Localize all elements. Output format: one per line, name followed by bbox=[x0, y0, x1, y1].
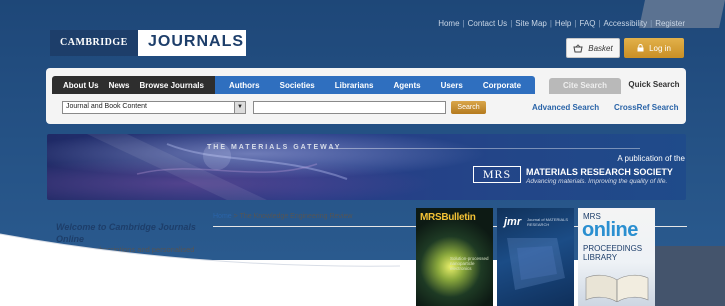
jmr-cover[interactable]: jmr Journal of MATERIALS RESEARCH bbox=[497, 208, 574, 306]
nav-users[interactable]: Users bbox=[431, 81, 473, 90]
crossref-search-link[interactable]: CrossRef Search bbox=[614, 103, 678, 112]
nav-agents[interactable]: Agents bbox=[383, 81, 430, 90]
advanced-search-link[interactable]: Advanced Search bbox=[532, 103, 599, 112]
logo-cambridge-text: CAMBRIDGE bbox=[50, 30, 138, 56]
content-type-select[interactable]: Journal and Book Content ▼ bbox=[62, 101, 246, 114]
content-type-select-value: Journal and Book Content bbox=[66, 103, 147, 110]
mrs-online-line2: online bbox=[582, 219, 638, 241]
basket-button[interactable]: Basket bbox=[566, 38, 620, 58]
breadcrumb-home[interactable]: Home bbox=[213, 213, 232, 220]
lock-icon bbox=[637, 44, 644, 52]
nav-librarians[interactable]: Librarians bbox=[325, 81, 384, 90]
nav-news[interactable]: News bbox=[104, 81, 135, 90]
search-input[interactable] bbox=[253, 101, 446, 114]
nav-authors[interactable]: Authors bbox=[219, 81, 270, 90]
mrs-online-cover[interactable]: MRS online PROCEEDINGS LIBRARY bbox=[578, 208, 655, 306]
login-button[interactable]: Log in bbox=[624, 38, 684, 58]
logo-journals-text: JOURNALS bbox=[138, 30, 246, 56]
mrs-logo: MRS bbox=[473, 166, 521, 183]
footer-corner-panel bbox=[649, 246, 725, 306]
banner-divider bbox=[330, 148, 640, 149]
mrs-bulletin-subtitle: Solution-processed nanoparticle electron… bbox=[450, 256, 489, 271]
banner-publication-text: A publication of the bbox=[617, 154, 685, 163]
mrs-tagline: Advancing materials. Improving the quali… bbox=[526, 178, 668, 185]
nav-corporate[interactable]: Corporate bbox=[473, 81, 531, 90]
basket-label: Basket bbox=[588, 43, 613, 53]
nav-browse-journals[interactable]: Browse Journals bbox=[134, 81, 208, 90]
mrs-bulletin-title-b: Bulletin bbox=[441, 212, 476, 223]
main-nav: About Us News Browse Journals Authors So… bbox=[52, 76, 536, 94]
banner-gateway-text: THE MATERIALS GATEWAY bbox=[207, 144, 342, 151]
top-link-accessibility[interactable]: Accessibility bbox=[604, 19, 648, 28]
basket-icon bbox=[573, 43, 583, 52]
chevron-down-icon[interactable]: ▼ bbox=[234, 102, 245, 113]
top-link-help[interactable]: Help bbox=[555, 19, 571, 28]
mrs-online-line3: PROCEEDINGS LIBRARY bbox=[583, 244, 643, 262]
mrs-bulletin-cover[interactable]: MRSBulletin Solution-processed nanoparti… bbox=[416, 208, 493, 306]
nav-societies[interactable]: Societies bbox=[270, 81, 325, 90]
jmr-cover-art bbox=[507, 238, 565, 290]
top-link-register[interactable]: Register bbox=[655, 19, 685, 28]
open-book-icon bbox=[585, 274, 649, 302]
top-link-contact[interactable]: Contact Us bbox=[468, 19, 508, 28]
mrs-bulletin-title-a: MRS bbox=[420, 212, 442, 223]
top-link-faq[interactable]: FAQ bbox=[579, 19, 595, 28]
top-link-home[interactable]: Home bbox=[438, 19, 459, 28]
top-link-sitemap[interactable]: Site Map bbox=[515, 19, 547, 28]
mrs-society-name: MATERIALS RESEARCH SOCIETY bbox=[526, 167, 673, 177]
breadcrumb: Home > The Knowledge Engineering Review bbox=[213, 213, 352, 220]
search-button[interactable]: Search bbox=[451, 101, 486, 114]
main-nav-primary: About Us News Browse Journals bbox=[52, 76, 215, 94]
top-links: Home | Contact Us | Site Map | Help | FAQ | Access… bbox=[438, 19, 685, 28]
tab-cite-search[interactable]: Cite Search bbox=[549, 78, 621, 94]
breadcrumb-separator: > bbox=[233, 213, 238, 220]
login-label: Log in bbox=[649, 43, 671, 53]
cambridge-journals-logo[interactable]: CAMBRIDGE JOURNALS bbox=[50, 30, 246, 56]
nav-about-us[interactable]: About Us bbox=[58, 81, 104, 90]
main-nav-audiences: Authors Societies Librarians Agents User… bbox=[214, 76, 536, 94]
breadcrumb-current: The Knowledge Engineering Review bbox=[239, 213, 353, 220]
tab-quick-search[interactable]: Quick Search bbox=[622, 76, 686, 94]
mrs-bulletin-title: MRSBulletin bbox=[420, 212, 476, 223]
